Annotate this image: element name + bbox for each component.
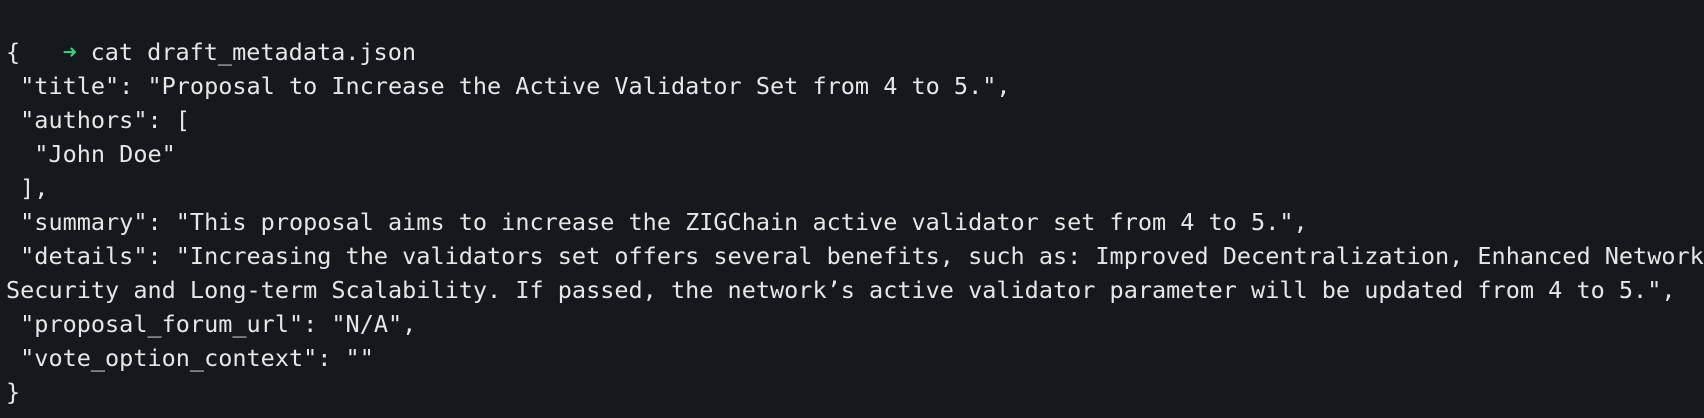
output-line-7: "details": "Increasing the validators se… — [6, 242, 1704, 270]
output-line-9: "proposal_forum_url": "N/A", — [6, 310, 417, 338]
output-line-5: ], — [6, 174, 49, 202]
output-line-8: Security and Long-term Scalability. If p… — [6, 276, 1676, 304]
command-text: cat draft_metadata.json — [90, 38, 417, 66]
output-line-4: "John Doe" — [6, 140, 176, 168]
output-line-10: "vote_option_context": "" — [6, 344, 374, 372]
output-line-11: } — [6, 378, 21, 406]
prompt-arrow-icon: ➜ — [62, 38, 77, 66]
terminal-window[interactable]: ➜ cat draft_metadata.json { "title": "Pro… — [0, 0, 1704, 418]
output-line-2: "title": "Proposal to Increase the Activ… — [6, 72, 1011, 100]
command-prompt-line: ➜ cat draft_metadata.json — [6, 1, 1704, 66]
output-line-6: "summary": "This proposal aims to increa… — [6, 208, 1308, 236]
output-line-3: "authors": [ — [6, 106, 190, 134]
